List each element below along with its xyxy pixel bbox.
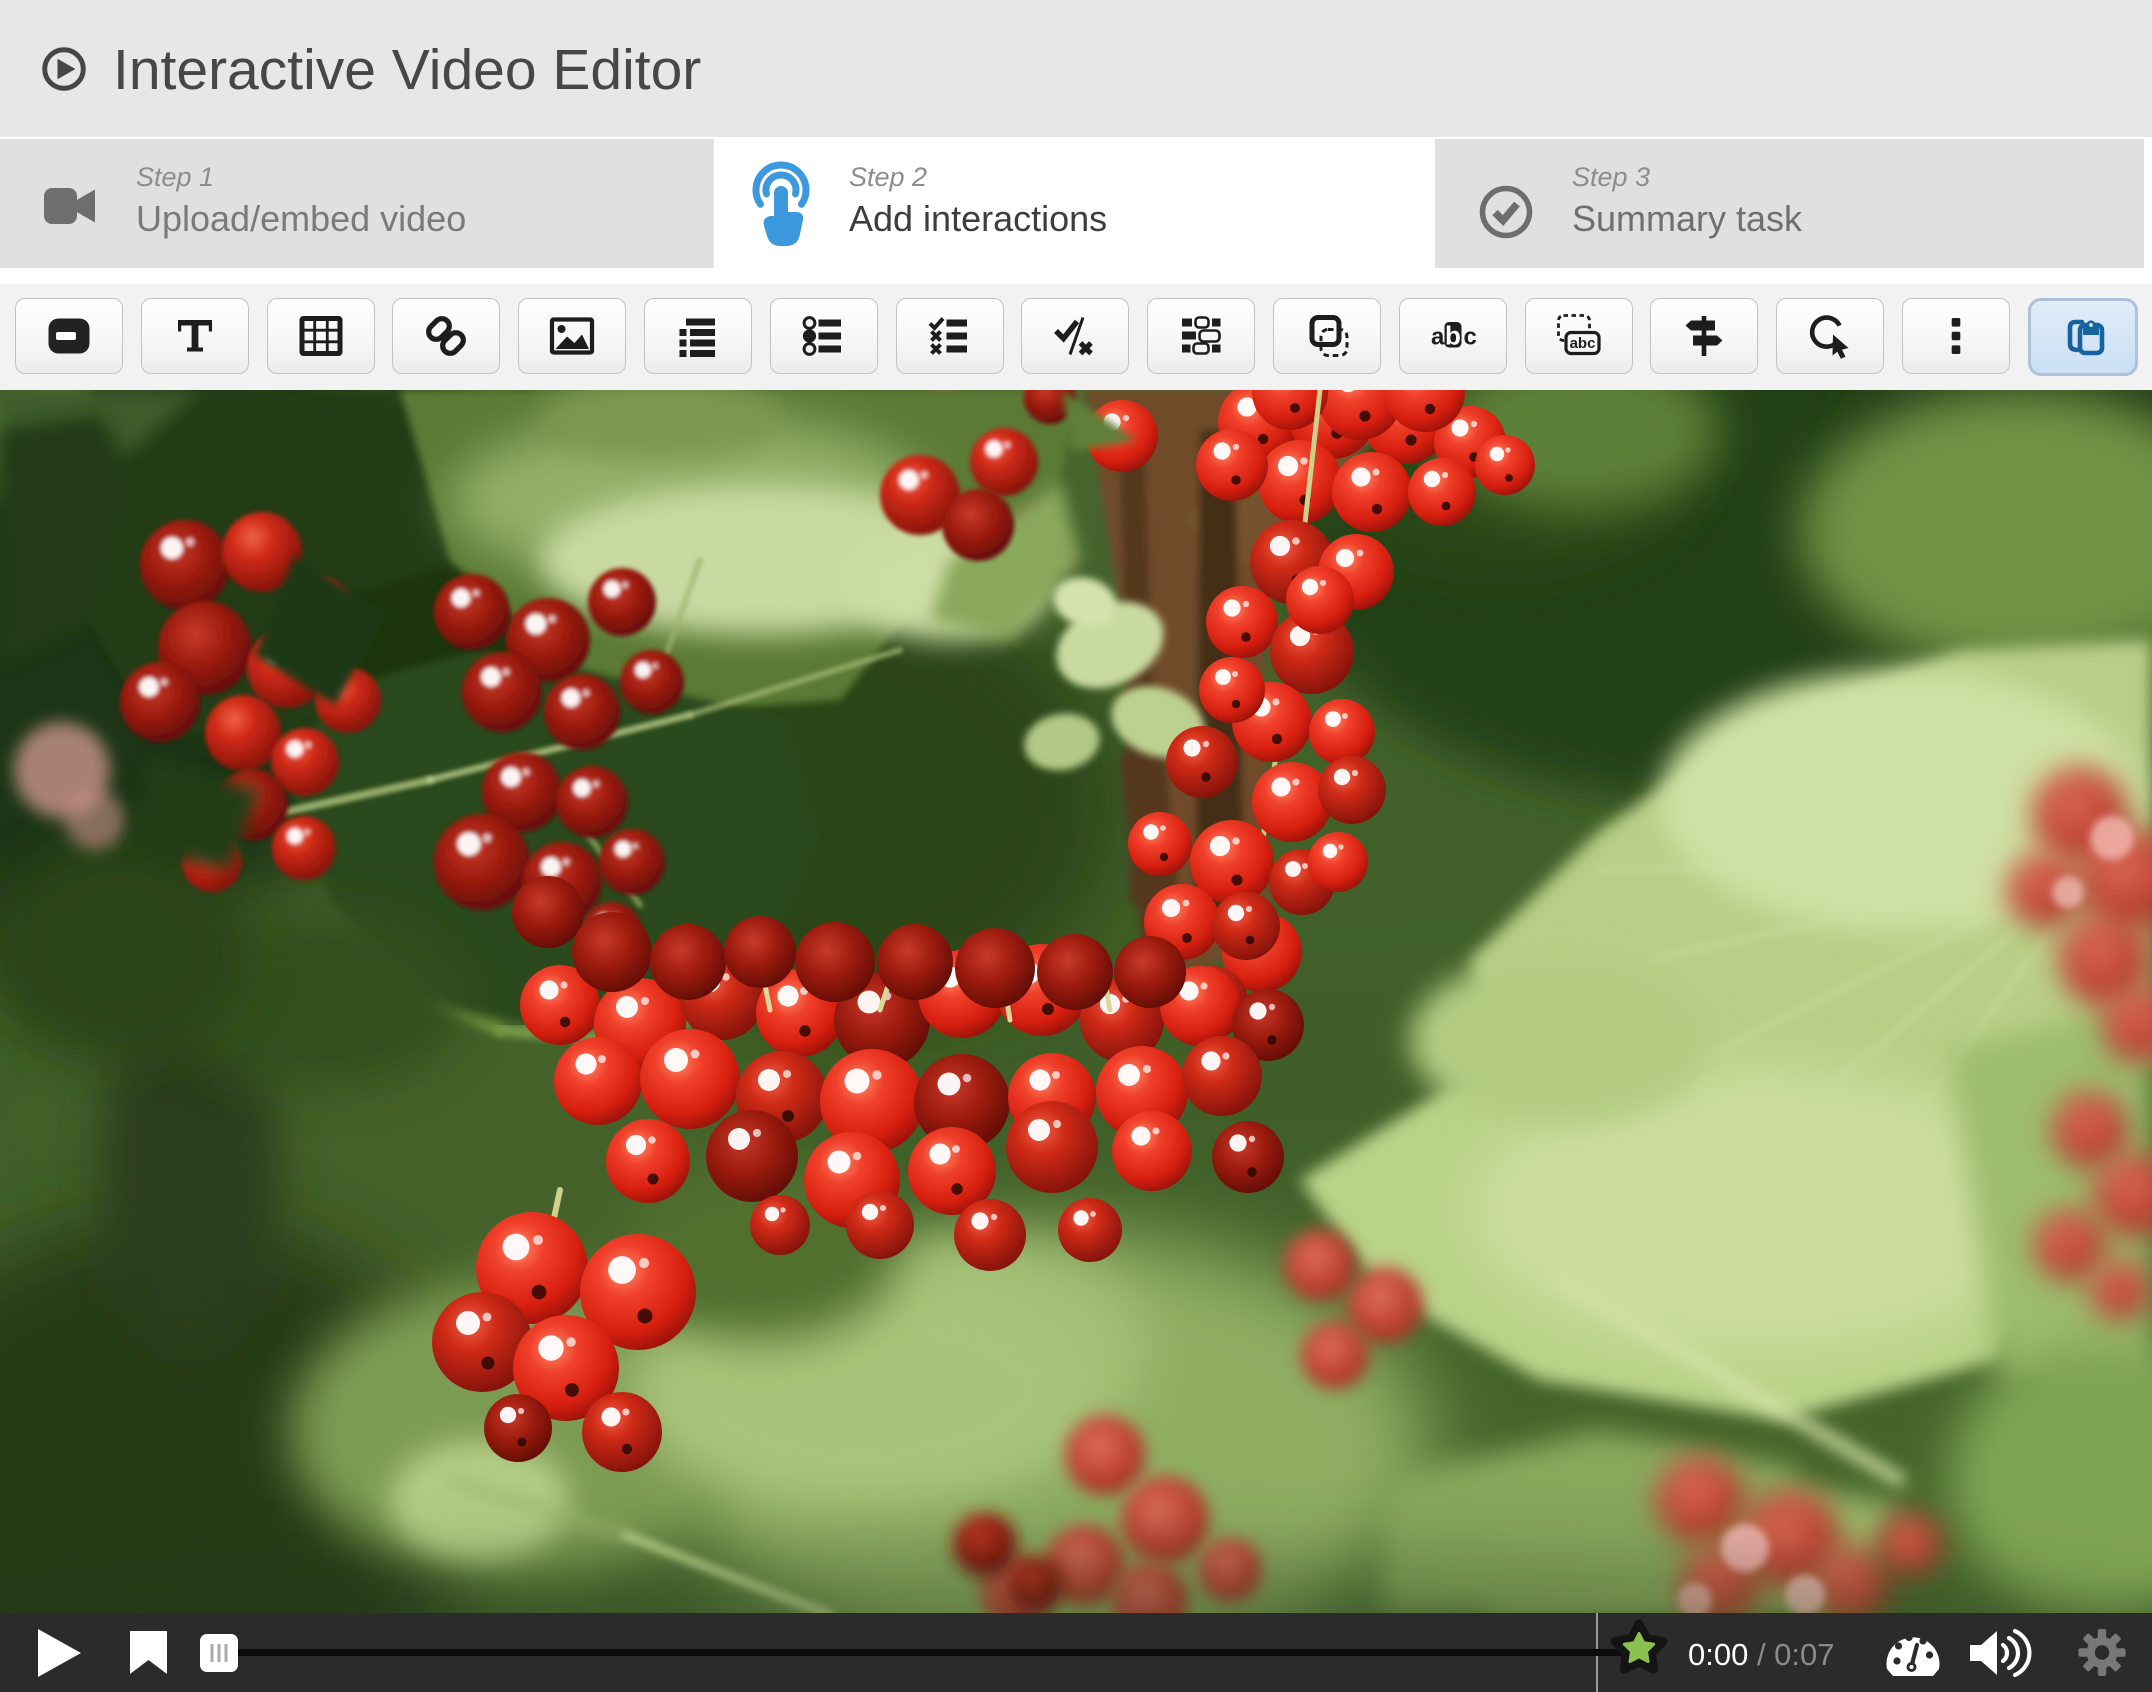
svg-text:c: c — [1464, 324, 1477, 351]
svg-text:a: a — [1431, 324, 1445, 351]
svg-text:b: b — [1445, 321, 1461, 351]
svg-text:abc: abc — [1570, 335, 1596, 352]
